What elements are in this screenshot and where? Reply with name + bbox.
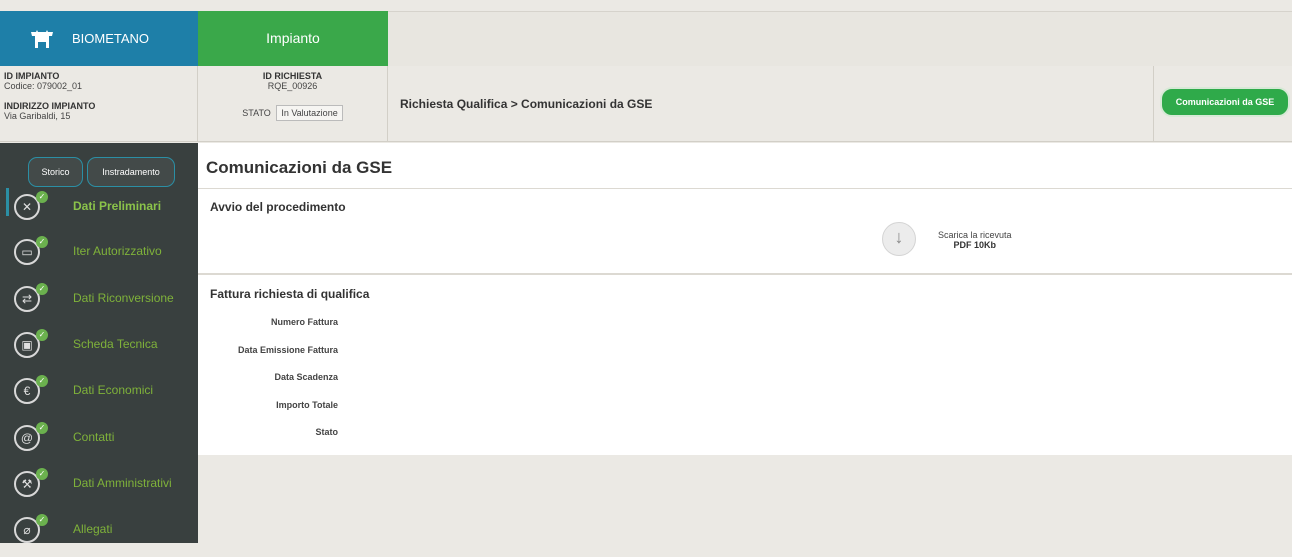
check-icon: ✓	[36, 514, 48, 526]
indirizzo-label: INDIRIZZO IMPIANTO	[4, 101, 96, 111]
sidebar-item-label: Contatti	[73, 430, 115, 444]
download-label: Scarica la ricevuta	[938, 230, 1012, 240]
section-title-avvio: Avvio del procedimento	[210, 200, 346, 214]
sidebar-item-iter-autorizzativo[interactable]: ▭ ✓ Iter Autorizzativo	[0, 233, 198, 279]
sidebar-item-dati-preliminari[interactable]: ✕ ✓ Dati Preliminari	[0, 188, 198, 234]
brand-name: BIOMETANO	[72, 31, 150, 46]
impianto-info: ID IMPIANTO Codice: 079002_01 INDIRIZZO …	[0, 66, 198, 142]
breadcrumb: Richiesta Qualifica > Comunicazioni da G…	[400, 97, 653, 111]
sidebar-item-contatti[interactable]: @ ✓ Contatti	[0, 419, 198, 465]
check-icon: ✓	[36, 283, 48, 295]
sidebar-item-label: Dati Amministrativi	[73, 476, 172, 490]
sidebar-item-scheda-tecnica[interactable]: ▣ ✓ Scheda Tecnica	[0, 326, 198, 372]
cow-icon	[31, 30, 53, 48]
sidebar-item-label: Scheda Tecnica	[73, 337, 158, 351]
divider	[198, 188, 1292, 189]
id-richiesta-label: ID RICHIESTA	[262, 71, 323, 81]
field-label-stato: Stato	[315, 427, 339, 437]
instradamento-button[interactable]: Instradamento	[87, 157, 175, 187]
tab-impianto[interactable]: Impianto	[198, 11, 388, 66]
gse-button-area: Comunicazioni da GSE	[1153, 66, 1292, 142]
field-label-data-scadenza: Data Scadenza	[274, 372, 338, 382]
check-icon: ✓	[36, 468, 48, 480]
richiesta-info: ID RICHIESTA RQE_00926 STATO In Valutazi…	[198, 66, 388, 142]
id-impianto-label: ID IMPIANTO	[4, 71, 60, 81]
status-badge: In Valutazione	[276, 105, 343, 121]
id-richiesta-value: RQE_00926	[267, 81, 318, 91]
sidebar-item-label: Allegati	[73, 522, 113, 536]
sidebar-item-label: Dati Economici	[73, 383, 154, 397]
sidebar-item-dati-riconversione[interactable]: ⇄ ✓ Dati Riconversione	[0, 280, 198, 326]
sidebar-item-allegati[interactable]: ⌀ ✓ Allegati	[0, 511, 198, 557]
indirizzo-value: Via Garibaldi, 15	[4, 111, 71, 121]
brand-header[interactable]: BIOMETANO	[0, 11, 198, 66]
sidebar-item-label: Dati Preliminari	[73, 199, 162, 213]
field-label-importo-totale: Importo Totale	[276, 400, 338, 410]
download-file-info: PDF 10Kb	[953, 240, 997, 250]
page-title: Comunicazioni da GSE	[206, 158, 393, 177]
comunicazioni-gse-button[interactable]: Comunicazioni da GSE	[1160, 87, 1290, 117]
check-icon: ✓	[36, 422, 48, 434]
divider	[198, 273, 1292, 275]
stato-label: STATO	[242, 108, 271, 118]
sidebar-item-label: Dati Riconversione	[73, 291, 174, 305]
check-icon: ✓	[36, 375, 48, 387]
field-label-data-emissione: Data Emissione Fattura	[237, 345, 338, 355]
storico-button[interactable]: Storico	[28, 157, 83, 187]
sidebar-item-dati-amministrativi[interactable]: ⚒ ✓ Dati Amministrativi	[0, 465, 198, 511]
download-button[interactable]: ↓	[882, 222, 916, 256]
sidebar-item-label: Iter Autorizzativo	[73, 244, 162, 258]
main-content: Comunicazioni da GSE Avvio del procedime…	[198, 143, 1292, 455]
sidebar: Storico Instradamento ✕ ✓ Dati Prelimina…	[0, 143, 198, 543]
check-icon: ✓	[36, 191, 48, 203]
download-icon: ↓	[894, 227, 904, 247]
codice-value: Codice: 079002_01	[4, 81, 83, 91]
check-icon: ✓	[36, 236, 48, 248]
section-title-fattura: Fattura richiesta di qualifica	[210, 287, 370, 301]
field-label-numero-fattura: Numero Fattura	[270, 317, 338, 327]
sidebar-item-dati-economici[interactable]: € ✓ Dati Economici	[0, 372, 198, 418]
download-info: Scarica la ricevuta PDF 10Kb	[938, 230, 1012, 250]
check-icon: ✓	[36, 329, 48, 341]
